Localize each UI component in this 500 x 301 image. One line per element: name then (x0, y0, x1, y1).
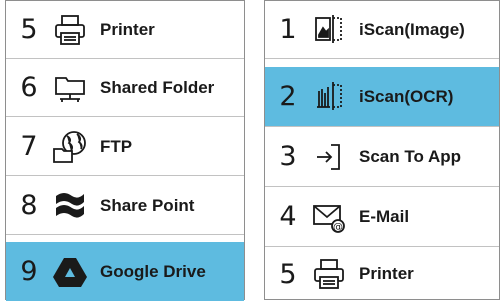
item-label: FTP (100, 136, 133, 156)
item-label: iScan(OCR) (359, 86, 454, 106)
item-label: iScan(Image) (359, 19, 465, 39)
scan-to-app-icon (309, 137, 349, 177)
ftp-globe-icon (50, 127, 90, 167)
list-item-iscan-image[interactable]: 1 iScan(Image) (265, 1, 499, 59)
item-number: 1 (279, 14, 297, 45)
list-item-ftp[interactable]: 7 FTP (6, 118, 244, 176)
item-number: 7 (20, 131, 38, 162)
item-label: Google Drive (100, 261, 206, 281)
item-number: 9 (20, 256, 38, 287)
iscan-ocr-icon (309, 77, 349, 117)
item-number: 4 (279, 201, 297, 232)
item-label: Printer (359, 264, 414, 283)
shared-folder-icon (50, 68, 90, 108)
item-number: 3 (279, 141, 297, 172)
list-item-share-point[interactable]: 8 Share Point (6, 177, 244, 235)
item-label: Share Point (100, 195, 195, 215)
iscan-image-icon (309, 10, 349, 50)
svg-text:@: @ (333, 222, 343, 233)
item-number: 5 (20, 14, 38, 45)
printer-icon (50, 10, 90, 50)
left-destination-list: 5 Printer 6 Shared Folder 7 FTP 8 Share … (5, 0, 245, 301)
item-number: 8 (20, 190, 38, 221)
list-item-iscan-ocr[interactable]: 2 iScan(OCR) (265, 67, 499, 127)
list-item-google-drive[interactable]: 9 Google Drive (6, 242, 244, 301)
list-item-email[interactable]: 4 @ E-Mail (265, 187, 499, 247)
item-number: 6 (20, 72, 38, 103)
item-number: 5 (279, 258, 297, 290)
google-drive-icon (50, 252, 90, 292)
sharepoint-icon (50, 186, 90, 226)
item-number: 2 (279, 81, 297, 112)
list-item-scan-to-app[interactable]: 3 Scan To App (265, 127, 499, 187)
right-destination-list: 1 iScan(Image) 2 iScan(OCR) 3 Scan To Ap… (264, 0, 500, 300)
item-label: Scan To App (359, 146, 461, 166)
list-item-printer[interactable]: 5 Printer (6, 1, 244, 59)
item-label: Printer (100, 19, 155, 39)
item-label: Shared Folder (100, 77, 215, 97)
printer-icon (309, 254, 349, 294)
email-icon: @ (309, 197, 349, 237)
list-item-printer[interactable]: 5 Printer (265, 247, 499, 301)
list-item-shared-folder[interactable]: 6 Shared Folder (6, 59, 244, 117)
item-label: E-Mail (359, 206, 410, 226)
